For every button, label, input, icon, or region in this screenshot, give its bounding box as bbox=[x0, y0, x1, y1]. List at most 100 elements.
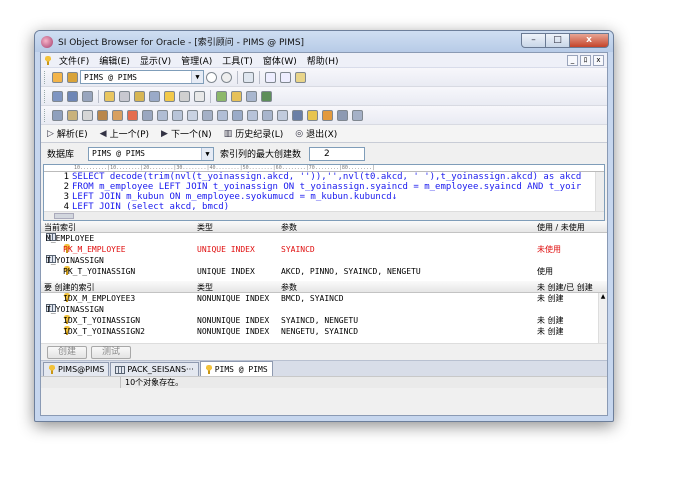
mdi-restore-button[interactable]: ﾛ bbox=[580, 54, 591, 66]
tab-index-advisor[interactable]: PIMS @ PIMS bbox=[199, 361, 273, 376]
index-type: NONUNIQUE INDEX bbox=[197, 327, 270, 336]
key-icon bbox=[48, 365, 56, 374]
table-row[interactable]: PK_M_EMPLOYEE UNIQUE INDEX SYAINCD 未使用 bbox=[41, 244, 607, 255]
toolbar-separator bbox=[98, 89, 99, 103]
tab-pims[interactable]: PIMS@PIMS bbox=[43, 362, 110, 376]
lock-icon[interactable] bbox=[194, 90, 205, 102]
mdi-close-button[interactable]: x bbox=[593, 54, 604, 66]
max-columns-label: 索引列的最大创建数 bbox=[220, 150, 302, 160]
exit-icon: ◎ bbox=[295, 128, 304, 139]
java-icon[interactable] bbox=[262, 109, 273, 121]
table-name: M_EMPLOYEE bbox=[46, 234, 95, 243]
sql-icon[interactable] bbox=[216, 90, 227, 102]
editor-vertical-scrollbar[interactable] bbox=[595, 172, 604, 211]
editor-ruler: 10.........|10........|20........|30....… bbox=[44, 165, 604, 172]
menu-file[interactable]: 文件(F) bbox=[54, 54, 94, 67]
status-bar: 10个对象存在。 bbox=[41, 376, 607, 388]
database-icon[interactable] bbox=[119, 90, 130, 102]
menu-window[interactable]: 窗体(W) bbox=[258, 54, 302, 67]
editor-horizontal-scrollbar[interactable] bbox=[44, 211, 604, 220]
next-button[interactable]: ▶ 下一个(N) bbox=[161, 127, 212, 141]
monitor-icon[interactable] bbox=[82, 90, 93, 102]
package-body-icon[interactable] bbox=[172, 109, 183, 121]
recycle-icon[interactable] bbox=[337, 109, 348, 121]
object-list-icon[interactable] bbox=[52, 90, 63, 102]
synonym-icon[interactable] bbox=[112, 109, 123, 121]
view-icon[interactable] bbox=[67, 109, 78, 121]
queue-icon[interactable] bbox=[277, 109, 288, 121]
menu-help[interactable]: 帮助(H) bbox=[302, 54, 344, 67]
key-icon[interactable] bbox=[164, 90, 175, 102]
index-name: IDX_M_EMPLOYEE3 bbox=[63, 294, 136, 303]
tree-node-table[interactable]: ◢T_YOINASSIGN bbox=[41, 255, 607, 266]
title-bar[interactable]: SI Object Browser for Oracle - [索引顾问 - P… bbox=[35, 31, 613, 52]
cut-icon[interactable] bbox=[265, 71, 276, 83]
function-icon[interactable] bbox=[142, 109, 153, 121]
table-row[interactable]: IDX_T_YOINASSIGN2 NONUNIQUE INDEX NENGET… bbox=[41, 326, 607, 337]
create-button[interactable]: 创建 bbox=[47, 345, 87, 359]
procedure-icon[interactable] bbox=[127, 109, 138, 121]
maximize-button[interactable]: □ bbox=[545, 33, 570, 48]
type-icon[interactable] bbox=[202, 109, 213, 121]
type-body-icon[interactable] bbox=[217, 109, 228, 121]
table-row[interactable]: IDX_T_YOINASSIGN NONUNIQUE INDEX SYAINCD… bbox=[41, 315, 607, 326]
next-label: 下一个(N) bbox=[170, 130, 212, 140]
index-icon[interactable] bbox=[82, 109, 93, 121]
grid-vertical-scrollbar[interactable]: ▲ bbox=[598, 293, 607, 343]
menu-view[interactable]: 显示(V) bbox=[135, 54, 176, 67]
session-icon[interactable] bbox=[179, 90, 190, 102]
tree-node-table[interactable]: ◢T_YOINASSIGN bbox=[41, 304, 607, 315]
trigger-icon[interactable] bbox=[187, 109, 198, 121]
table-row[interactable]: IDX_M_EMPLOYEE3 NONUNIQUE INDEX BMCD, SY… bbox=[41, 293, 607, 304]
prev-button[interactable]: ◀ 上一个(P) bbox=[100, 127, 149, 141]
report-icon[interactable] bbox=[231, 90, 242, 102]
scheduler-icon[interactable] bbox=[322, 109, 333, 121]
export-icon[interactable] bbox=[246, 90, 257, 102]
mdi-minimize-button[interactable]: _ bbox=[567, 54, 578, 66]
paste-icon[interactable] bbox=[295, 71, 306, 83]
code-line: 3 LEFT JOIN m_kubun ON m_employee.syokum… bbox=[44, 192, 604, 202]
user-icon[interactable] bbox=[104, 90, 115, 102]
tree-node-table[interactable]: ◢M_EMPLOYEE bbox=[41, 233, 607, 244]
index-name: PK_M_EMPLOYEE bbox=[63, 245, 126, 254]
sql-editor[interactable]: 10.........|10........|20........|30....… bbox=[43, 164, 605, 221]
tab-pack-seisans[interactable]: PACK_SEISANS··· bbox=[110, 362, 199, 376]
import-icon[interactable] bbox=[261, 90, 272, 102]
schema-icon[interactable] bbox=[67, 90, 78, 102]
minimize-button[interactable]: – bbox=[521, 33, 546, 48]
job-icon[interactable] bbox=[307, 109, 318, 121]
close-button[interactable]: x bbox=[569, 33, 609, 48]
exit-button[interactable]: ◎ 退出(X) bbox=[295, 127, 337, 141]
menu-admin[interactable]: 管理(A) bbox=[176, 54, 217, 67]
index-type: UNIQUE INDEX bbox=[197, 267, 255, 276]
dblink-icon[interactable] bbox=[232, 109, 243, 121]
test-button[interactable]: 测试 bbox=[91, 345, 131, 359]
disconnect-icon[interactable] bbox=[67, 71, 78, 83]
scroll-thumb[interactable] bbox=[54, 213, 74, 219]
table-row[interactable]: PK_T_YOINASSIGN UNIQUE INDEX AKCD, PINNO… bbox=[41, 266, 607, 277]
undo-icon[interactable] bbox=[243, 71, 254, 83]
scroll-up-icon[interactable]: ▲ bbox=[599, 293, 607, 300]
connection-combo[interactable]: PIMS @ PIMS ▼ bbox=[80, 70, 204, 84]
menu-edit[interactable]: 编辑(E) bbox=[94, 54, 135, 67]
library-icon[interactable] bbox=[352, 109, 363, 121]
mview-icon[interactable] bbox=[247, 109, 258, 121]
storage-icon[interactable] bbox=[149, 90, 160, 102]
database-combo[interactable]: PIMS @ PIMS ▼ bbox=[88, 146, 215, 161]
history-button[interactable]: ▥ 历史纪录(L) bbox=[223, 127, 284, 141]
index-name: IDX_T_YOINASSIGN2 bbox=[63, 327, 145, 336]
role-icon[interactable] bbox=[134, 90, 145, 102]
refresh-icon[interactable] bbox=[221, 71, 232, 83]
max-columns-input[interactable]: 2 bbox=[309, 146, 366, 161]
menu-tools[interactable]: 工具(T) bbox=[217, 54, 258, 67]
code-line: 1 SELECT decode(trim(nvl(t_yoinassign.ak… bbox=[44, 172, 604, 182]
table-icon[interactable] bbox=[52, 109, 63, 121]
directory-icon[interactable] bbox=[292, 109, 303, 121]
circle-icon[interactable] bbox=[206, 71, 217, 83]
package-icon[interactable] bbox=[157, 109, 168, 121]
analyze-button[interactable]: ▷ 解析(E) bbox=[47, 127, 88, 141]
history-icon: ▥ bbox=[223, 128, 233, 139]
connect-icon[interactable] bbox=[52, 71, 63, 83]
sequence-icon[interactable] bbox=[97, 109, 108, 121]
copy-icon[interactable] bbox=[280, 71, 291, 83]
